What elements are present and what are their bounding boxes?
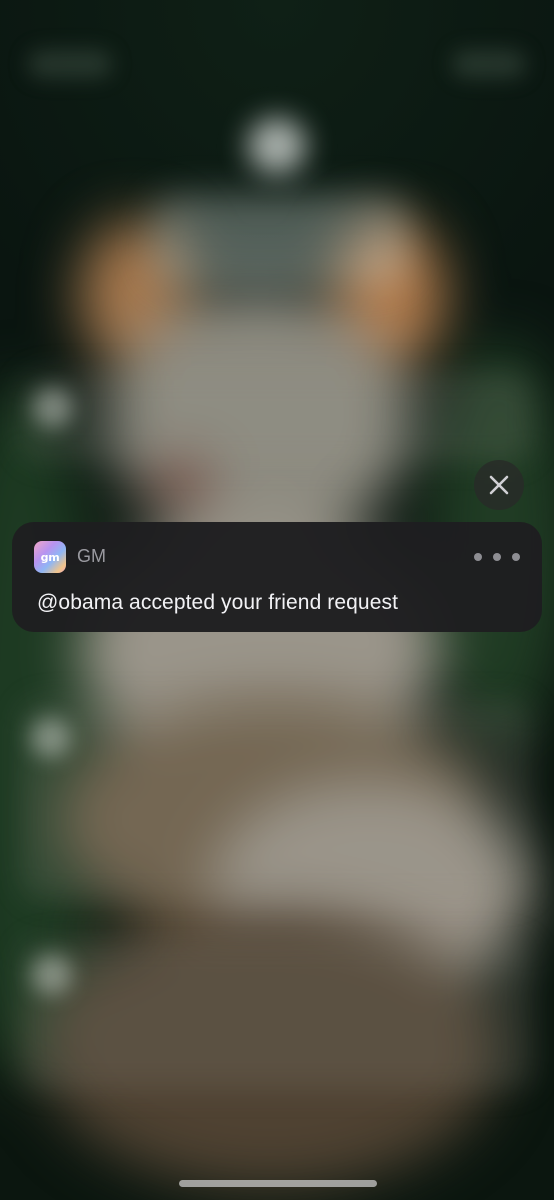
- clock-blur: [150, 195, 410, 285]
- home-indicator[interactable]: [179, 1180, 377, 1187]
- ellipsis-icon[interactable]: [474, 546, 520, 568]
- lock-screen: gm GM @obama accepted your friend reques…: [0, 0, 554, 1200]
- lock-icon: [248, 118, 306, 174]
- notification-app-name: GM: [77, 546, 106, 566]
- notification-message: @obama accepted your friend request: [37, 591, 399, 614]
- close-icon: [489, 475, 509, 495]
- background-notification: [20, 700, 534, 900]
- wallpaper-nose: [150, 460, 210, 500]
- ellipsis-dot: [512, 553, 520, 561]
- gm-app-icon: gm: [34, 541, 66, 573]
- close-button[interactable]: [474, 460, 524, 510]
- background-notification: [20, 940, 534, 1090]
- status-bar-indicators-blur: [452, 50, 526, 78]
- notification-card[interactable]: gm GM @obama accepted your friend reques…: [12, 522, 542, 632]
- ellipsis-dot: [493, 553, 501, 561]
- status-bar-time-blur: [28, 50, 112, 78]
- app-icon-label: gm: [40, 550, 60, 564]
- ellipsis-dot: [474, 553, 482, 561]
- background-notification: [20, 372, 534, 462]
